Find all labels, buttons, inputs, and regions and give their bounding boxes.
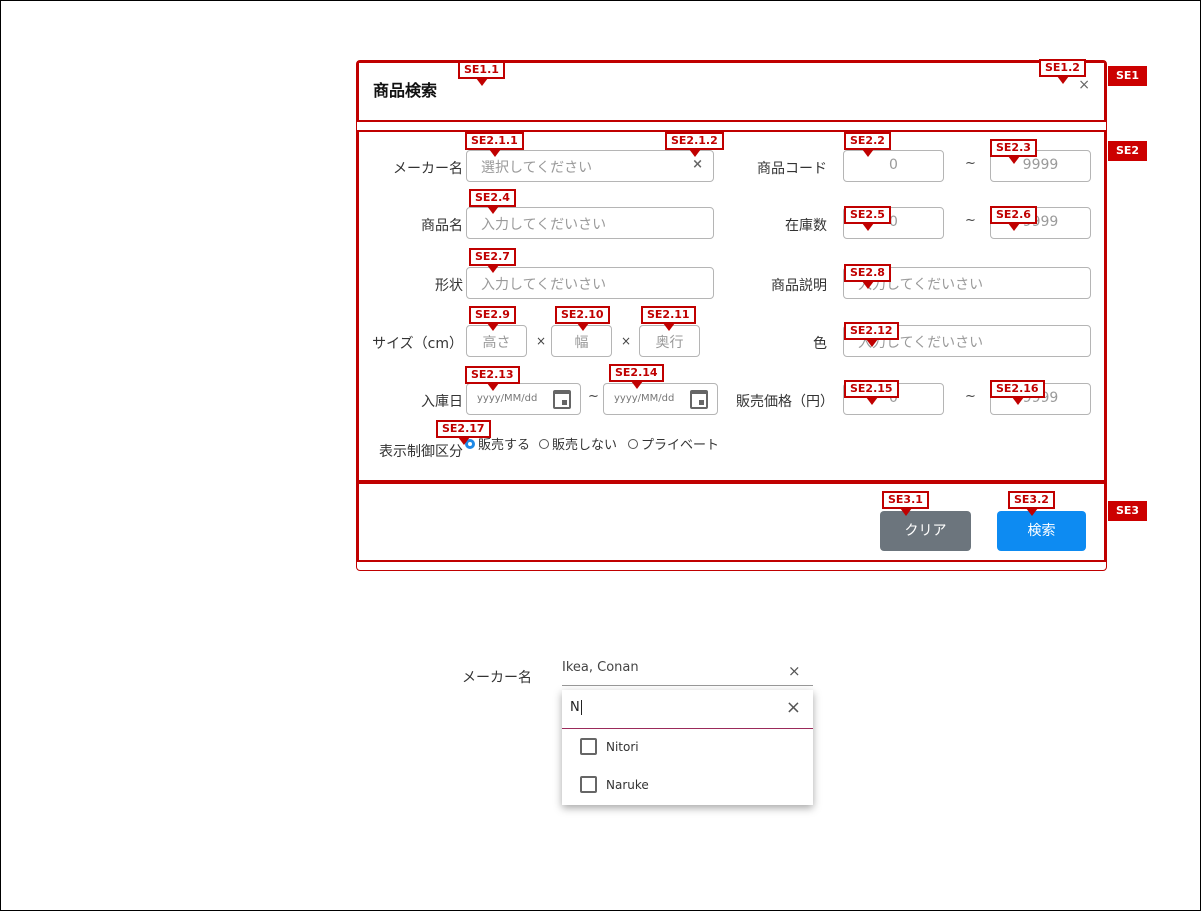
text-caret [580,700,582,715]
filter-clear-icon[interactable]: × [786,697,801,718]
clear-button[interactable]: クリア [880,511,971,551]
callout-se2-4: SE2.4 [469,189,516,214]
close-icon[interactable]: × [1078,77,1090,93]
search-button[interactable]: 検索 [997,511,1086,551]
section-tag-se3: SE3 [1108,501,1147,521]
size-times-1: × [536,334,547,348]
callout-se2-12: SE2.12 [844,322,899,347]
callout-se3-1: SE3.1 [882,491,929,516]
maker-clear-icon[interactable]: × [692,157,703,172]
size-times-2: × [621,334,632,348]
maker-select[interactable]: 選択してください × [466,150,714,182]
shape-input[interactable]: 入力してくだいさい [466,267,714,299]
maker-option-label: Naruke [606,777,649,792]
product-code-from-input[interactable]: 0 [843,150,944,182]
maker-filter-input[interactable]: N [570,700,582,715]
callout-se2-2: SE2.2 [844,132,891,157]
callout-se2-13: SE2.13 [465,366,520,391]
callout-se2-11: SE2.11 [641,306,696,331]
maker-clear-icon[interactable]: × [788,662,801,680]
radio-not-on-sale-label: 販売しない [552,438,618,453]
price-label: 販売価格（円） [736,394,834,410]
radio-private[interactable]: プライベート [628,434,719,453]
product-code-label: 商品コード [757,161,827,177]
callout-se2-10: SE2.10 [555,306,610,331]
callout-se2-1-2: SE2.1.2 [665,132,724,157]
maker-placeholder: 選択してください [481,160,593,176]
callout-se2-1-1: SE2.1.1 [465,132,524,157]
description-label: 商品説明 [771,278,827,294]
callout-se2-9: SE2.9 [469,306,516,331]
callout-se2-6: SE2.6 [990,206,1037,231]
code-range-sep: ~ [965,156,976,171]
calendar-icon[interactable] [553,390,571,409]
maker-label: メーカー名 [393,161,463,177]
section-tag-se2: SE2 [1108,141,1147,161]
maker-filter-field[interactable]: N × [562,690,813,729]
callout-se2-15: SE2.15 [844,380,899,405]
radio-unchecked-icon [628,438,638,449]
radio-not-on-sale[interactable]: 販売しない [539,434,617,453]
stock-range-sep: ~ [965,213,976,228]
maker-filter-query: N [570,700,580,715]
dialog-footer [357,482,1106,562]
price-range-sep: ~ [965,389,976,404]
maker-select-underline [562,685,813,686]
size-label: サイズ（cm） [372,336,463,352]
arrival-date-to-input[interactable]: yyyy/MM/dd [603,383,718,415]
callout-se1-2: SE1.2 [1039,59,1086,84]
maker-option-naruke[interactable]: Naruke [580,776,649,793]
checkbox-icon[interactable] [580,776,597,793]
callout-se2-14: SE2.14 [609,364,664,389]
arrival-range-sep: ~ [588,389,599,404]
callout-se2-5: SE2.5 [844,206,891,231]
callout-se3-2: SE3.2 [1008,491,1055,516]
maker-selected-values[interactable]: Ikea, Conan [562,660,639,675]
calendar-icon[interactable] [690,390,708,409]
arrival-date-label: 入庫日 [421,394,463,410]
arrival-date-from-input[interactable]: yyyy/MM/dd [466,383,581,415]
callout-se2-7: SE2.7 [469,248,516,273]
dialog-title: 商品検索 [373,81,438,100]
section-tag-se1: SE1 [1108,66,1147,86]
maker-option-nitori[interactable]: Nitori [580,738,639,755]
callout-se2-3: SE2.3 [990,139,1037,164]
stock-label: 在庫数 [785,218,827,234]
product-name-label: 商品名 [421,218,463,234]
radio-unchecked-icon [539,438,549,449]
maker-option-label: Nitori [606,739,639,754]
callout-se2-8: SE2.8 [844,264,891,289]
maker-dropdown-panel: N × Nitori Naruke [562,690,813,805]
dropdown-demo-label: メーカー名 [462,670,532,686]
callout-se1-1: SE1.1 [458,61,505,86]
callout-se2-16: SE2.16 [990,380,1045,405]
callout-se2-17: SE2.17 [436,420,491,445]
radio-private-label: プライベート [641,438,720,453]
shape-label: 形状 [435,278,463,294]
color-label: 色 [813,336,827,352]
arrival-date-to-placeholder: yyyy/MM/dd [614,393,675,404]
arrival-date-from-placeholder: yyyy/MM/dd [477,393,538,404]
checkbox-icon[interactable] [580,738,597,755]
display-control-label: 表示制御区分 [379,444,463,460]
product-name-input[interactable]: 入力してくだいさい [466,207,714,239]
